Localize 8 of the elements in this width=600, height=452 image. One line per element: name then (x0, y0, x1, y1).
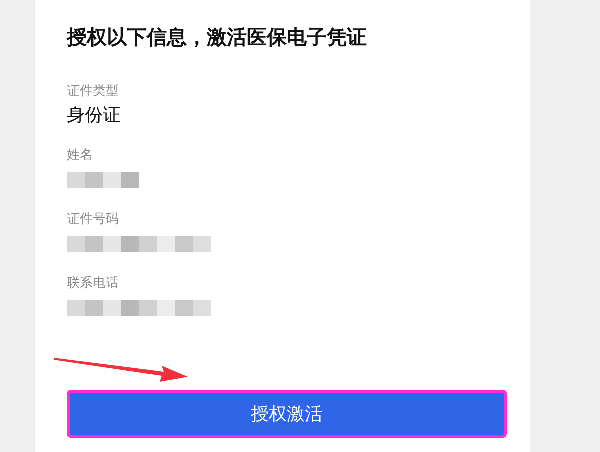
field-label: 姓名 (67, 146, 94, 164)
redacted-value (67, 172, 139, 188)
field-value: 身份证 (67, 104, 122, 127)
field-label: 联系电话 (67, 274, 120, 292)
activate-button[interactable]: 授权激活 (67, 390, 507, 438)
field-label: 证件号码 (67, 210, 120, 228)
page-title: 授权以下信息，激活医保电子凭证 (67, 24, 368, 51)
field-label: 证件类型 (67, 82, 120, 100)
